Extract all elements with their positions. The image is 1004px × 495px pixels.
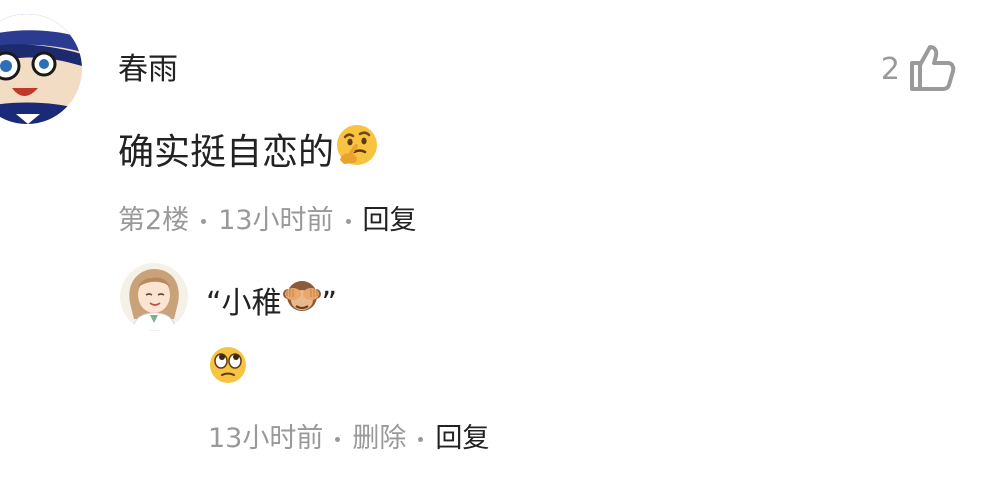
like-count: 2: [880, 52, 900, 87]
comment-thread: 春雨 2 确实挺自恋的 第2楼 13小时前 回复 “小稚 ” 13小时前 删除 …: [0, 0, 1004, 495]
separator-dot: [418, 436, 424, 442]
reply-to-reply-button[interactable]: 回复: [435, 419, 489, 459]
comment-text: 确实挺自恋的: [118, 131, 335, 173]
rolling-eyes-emoji-icon: [208, 345, 248, 389]
floor-label: 第2楼: [118, 205, 190, 236]
comment-username[interactable]: 春雨: [118, 48, 178, 92]
avatar-anime-boy-image: [0, 14, 82, 124]
separator-dot: [335, 436, 341, 442]
user-avatar[interactable]: [0, 14, 82, 124]
delete-button[interactable]: 删除: [352, 419, 406, 459]
reply-body: [208, 346, 248, 388]
like-button[interactable]: 2: [881, 44, 956, 96]
avatar-anime-girl-image: [120, 263, 188, 331]
thinking-face-emoji-icon: [334, 122, 380, 183]
reply-username-prefix: “小稚: [206, 285, 282, 321]
see-no-evil-monkey-emoji-icon: [282, 278, 322, 329]
reply-username-suffix: ”: [321, 285, 338, 321]
reply-meta: 13小时前 删除 回复: [208, 419, 489, 459]
reply-time: 13小时前: [208, 423, 324, 454]
reply-button[interactable]: 回复: [363, 201, 417, 241]
comment-body: 确实挺自恋的: [118, 122, 380, 183]
comment-time: 13小时前: [218, 205, 334, 236]
reply-username[interactable]: “小稚 ”: [206, 278, 337, 329]
thumbs-up-icon[interactable]: [908, 43, 956, 97]
separator-dot: [345, 218, 351, 224]
reply-user-avatar[interactable]: [120, 263, 188, 331]
comment-meta: 第2楼 13小时前 回复: [118, 201, 417, 241]
separator-dot: [201, 218, 207, 224]
